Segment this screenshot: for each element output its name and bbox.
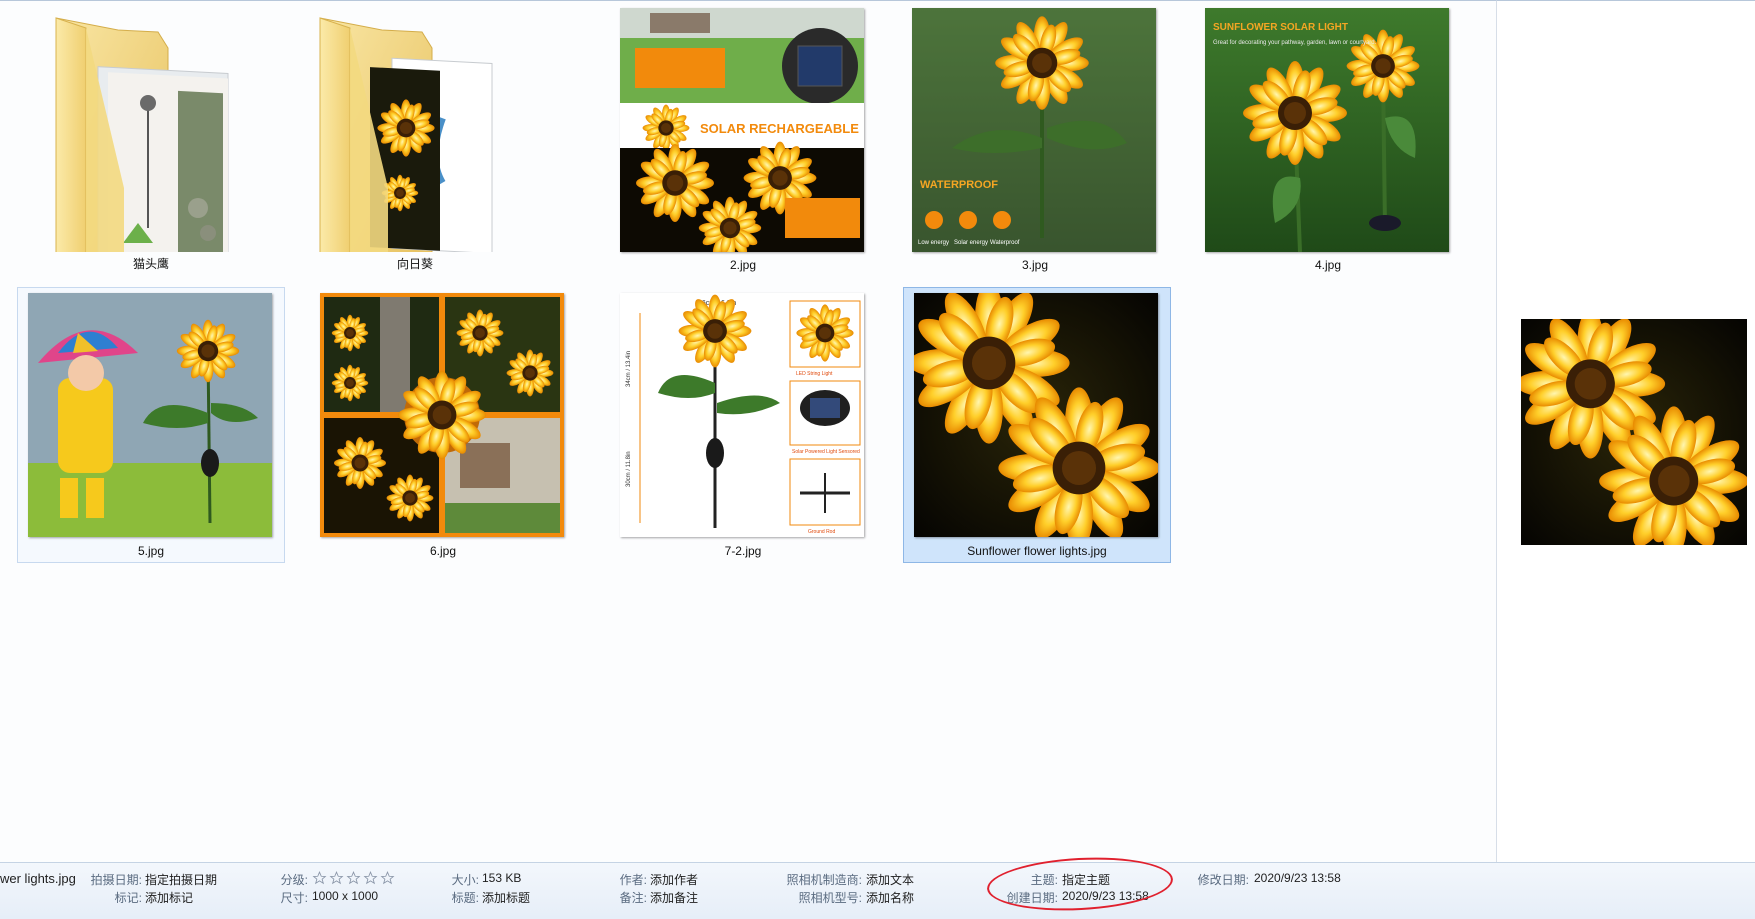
file-item-6jpg[interactable]: 6.jpg: [309, 287, 577, 563]
camera-model-label: 照相机型号:: [798, 891, 862, 905]
file-name: Sunflower flower lights.jpg: [967, 544, 1107, 558]
details-pane: wer lights.jpg 拍摄日期: 指定拍摄日期 标记: 添加标记 分级:…: [0, 862, 1755, 919]
comments-label: 备注:: [619, 891, 647, 905]
image-thumbnail: SOLAR RECHARGEABLE: [620, 8, 864, 252]
rating-stars[interactable]: [312, 871, 395, 885]
image-thumbnail: SUNFLOWER SOLAR LIGHT Great for decorati…: [1205, 8, 1449, 252]
folder-name: 猫头鹰: [132, 257, 169, 271]
image-thumbnail: 16cm / 6.3in 34cm / 13.4in 30cm / 11.8in…: [620, 293, 864, 537]
size-label: 大小:: [451, 873, 479, 887]
file-name: 7-2.jpg: [724, 544, 762, 558]
file-name: 4.jpg: [1314, 258, 1342, 272]
star-icon[interactable]: [363, 871, 378, 885]
star-icon[interactable]: [312, 871, 327, 885]
tags-value[interactable]: 添加标记: [145, 889, 193, 906]
folder-icon: [292, 8, 536, 252]
title-value[interactable]: 添加标题: [482, 889, 530, 906]
file-item-5jpg[interactable]: 5.jpg: [17, 287, 285, 563]
size-value: 153 KB: [482, 871, 522, 885]
file-item-2jpg[interactable]: SOLAR RECHARGEABLE 2.jpg: [609, 1, 877, 277]
file-name: 6.jpg: [429, 544, 457, 558]
banner-text: SOLAR RECHARGEABLE: [700, 121, 859, 136]
folder-item-owl[interactable]: 猫头鹰: [17, 1, 285, 277]
file-list-pane[interactable]: 猫头鹰 向日葵 SOLAR RECHARGEABLE 2.jpg WATERPR…: [0, 0, 1496, 863]
date-taken-value[interactable]: 指定拍摄日期: [145, 871, 217, 888]
preview-pane: [1496, 0, 1755, 863]
file-name: 2.jpg: [729, 258, 757, 272]
dimension-label: 30cm / 11.8in: [626, 451, 632, 487]
image-thumbnail: [28, 293, 272, 537]
camera-maker-value[interactable]: 添加文本: [866, 871, 914, 888]
camera-maker-label: 照相机制造商:: [786, 873, 862, 887]
banner-subtext: Great for decorating your pathway, garde…: [1213, 40, 1377, 46]
icon-label: Waterproof: [990, 240, 1020, 246]
feature-label: LED String Light: [796, 371, 833, 377]
star-icon[interactable]: [380, 871, 395, 885]
dimension-label: 34cm / 13.4in: [626, 351, 632, 387]
folder-item-sunflower[interactable]: 向日葵: [281, 1, 549, 277]
icon-label: Solar energy: [954, 240, 988, 246]
author-label: 作者:: [619, 873, 647, 887]
preview-image: [1521, 319, 1747, 545]
tags-label: 标记:: [114, 891, 142, 905]
rating-label: 分级:: [280, 873, 308, 887]
icon-label: Low energy: [918, 240, 949, 246]
file-item-3jpg[interactable]: WATERPROOF Low energy Solar energy Water…: [901, 1, 1169, 277]
banner-text: SUNFLOWER SOLAR LIGHT: [1213, 22, 1348, 33]
image-thumbnail: [914, 293, 1158, 537]
file-name: 3.jpg: [1021, 258, 1049, 272]
feature-label: Solar Powered Light Sensored: [792, 449, 860, 455]
star-icon[interactable]: [346, 871, 361, 885]
modified-date-label: 修改日期:: [1197, 873, 1249, 887]
modified-date-value: 2020/9/23 13:58: [1254, 871, 1341, 885]
folder-icon: [28, 8, 272, 252]
dimensions-label: 尺寸:: [280, 891, 308, 905]
camera-model-value[interactable]: 添加名称: [866, 889, 914, 906]
image-thumbnail: [320, 293, 564, 537]
comments-value[interactable]: 添加备注: [650, 889, 698, 906]
selected-filename: wer lights.jpg: [0, 871, 76, 886]
image-thumbnail: WATERPROOF Low energy Solar energy Water…: [912, 8, 1156, 252]
file-item-sunflower-flower-lights[interactable]: Sunflower flower lights.jpg: [903, 287, 1171, 563]
date-taken-label: 拍摄日期:: [90, 873, 142, 887]
title-label: 标题:: [451, 891, 479, 905]
feature-label: Ground Rod: [808, 529, 835, 535]
author-value[interactable]: 添加作者: [650, 871, 698, 888]
banner-text: WATERPROOF: [920, 179, 998, 191]
file-name: 5.jpg: [137, 544, 165, 558]
folder-name: 向日葵: [396, 257, 433, 271]
dimensions-value: 1000 x 1000: [312, 889, 379, 903]
star-icon[interactable]: [329, 871, 344, 885]
file-item-4jpg[interactable]: SUNFLOWER SOLAR LIGHT Great for decorati…: [1194, 1, 1462, 277]
file-item-7-2jpg[interactable]: 16cm / 6.3in 34cm / 13.4in 30cm / 11.8in…: [609, 287, 877, 563]
